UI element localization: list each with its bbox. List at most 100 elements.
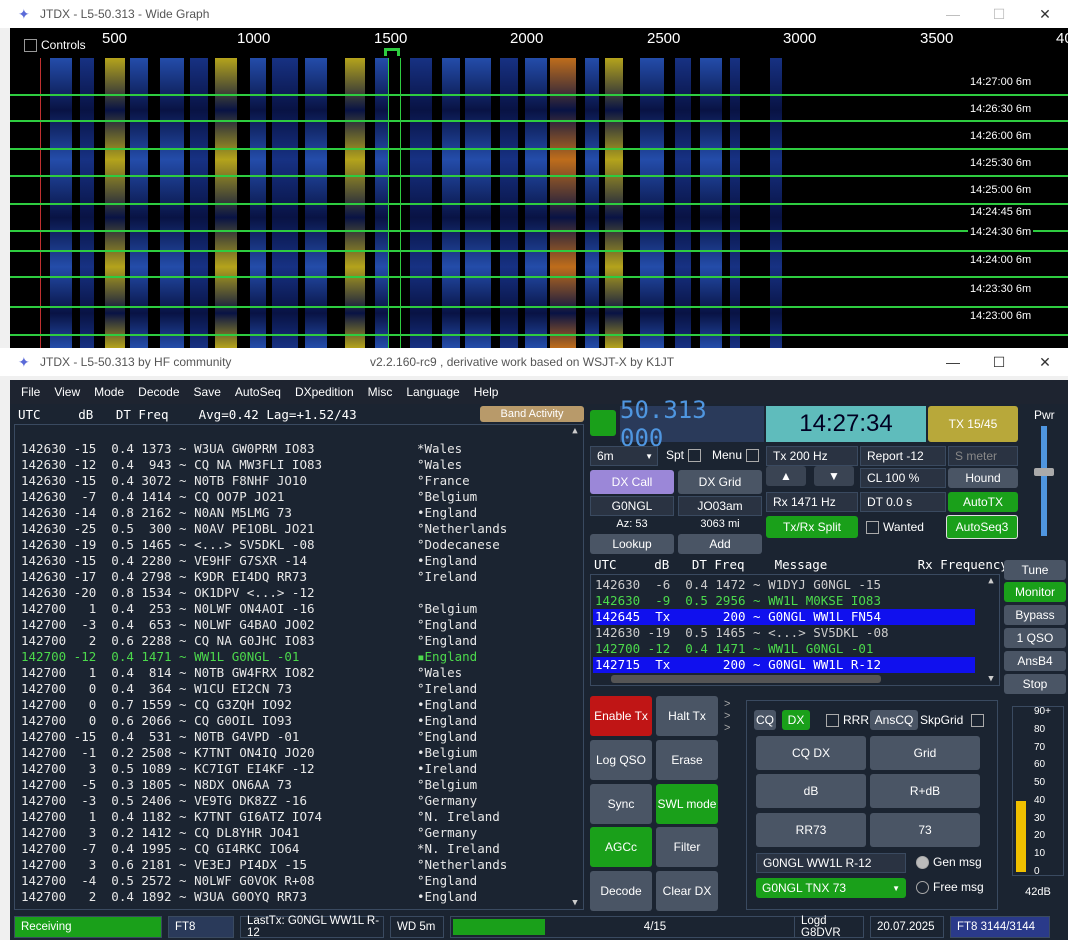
log-qso-button[interactable]: Log QSO <box>590 740 652 780</box>
anscq-button[interactable]: AnsCQ <box>870 710 918 730</box>
menu-help[interactable]: Help <box>474 385 499 399</box>
dx-call-button[interactable]: DX Call <box>590 470 674 494</box>
menu-box[interactable] <box>746 448 760 462</box>
autoseq-button[interactable]: AutoSeq3 <box>946 515 1018 539</box>
decode-row[interactable]: 142700 -3 0.5 2406 ~ VE9TG DK8ZZ -16 °Ger… <box>21 793 477 809</box>
swl-mode-button[interactable]: SWL mode <box>656 784 718 824</box>
minimize-icon[interactable]: — <box>930 0 976 28</box>
r-db-button[interactable]: R+dB <box>870 774 980 808</box>
decode-row[interactable]: 142700 -1 0.2 2508 ~ K7TNT ON4IQ JO20 •Be… <box>21 745 477 761</box>
decode-row[interactable]: 142700 3 0.6 2181 ~ VE3EJ PI4DX -15 °Neth… <box>21 857 507 873</box>
skpgrid-box[interactable] <box>971 713 985 727</box>
band-select[interactable]: 6m ▼ <box>590 446 658 466</box>
free-msg-radio[interactable]: Free msg <box>916 880 984 894</box>
spt-checkbox[interactable]: Spt <box>666 448 702 462</box>
monitor-button[interactable]: Monitor <box>1004 582 1066 602</box>
agcc-button[interactable]: AGCc <box>590 827 652 867</box>
73-button[interactable]: 73 <box>870 813 980 847</box>
rx-hz-spinbox[interactable]: Rx 1471 Hz <box>766 492 858 512</box>
decode-row[interactable]: 142630 -17 0.4 2798 ~ K9DR EI4DQ RR73 °Ir… <box>21 569 477 585</box>
menu-view[interactable]: View <box>54 385 80 399</box>
free-message-select[interactable]: G0NGL TNX 73 ▼ <box>756 878 906 898</box>
close-icon[interactable]: ✕ <box>1022 348 1068 376</box>
pwr-slider-handle[interactable] <box>1034 468 1054 476</box>
decode-row[interactable]: 142700 3 0.5 1089 ~ KC7IGT EI4KF -12 •Ire… <box>21 761 477 777</box>
rrr-checkbox[interactable]: RRR <box>826 713 869 727</box>
dx-toggle[interactable]: DX <box>782 710 810 730</box>
tx-hz-spinbox[interactable]: Tx 200 Hz <box>766 446 858 466</box>
erase-button[interactable]: Erase <box>656 740 718 780</box>
decode-row[interactable]: 142700 0 0.7 1559 ~ CQ G3ZQH IO92 •Englan… <box>21 697 477 713</box>
decode-row[interactable]: 142700 0 0.4 364 ~ W1CU EI2CN 73 °Ireland <box>21 681 477 697</box>
tune-button[interactable]: Tune <box>1004 560 1066 580</box>
tx-slot-button[interactable]: TX 15/45 <box>928 406 1018 442</box>
scroll-down-icon[interactable]: ▼ <box>569 897 581 909</box>
dial-frequency[interactable]: 50.313 000 <box>620 396 764 452</box>
menu-dxpedition[interactable]: DXpedition <box>295 385 354 399</box>
halt-tx-button[interactable]: Halt Tx <box>656 696 718 736</box>
controls-checkbox-box[interactable] <box>24 38 37 52</box>
menu-file[interactable]: File <box>21 385 40 399</box>
decode-row[interactable]: 142630 -19 0.5 1465 ~ <...> SV5DKL -08 °D… <box>21 537 500 553</box>
rx-row[interactable]: 142630 -19 0.5 1465 ~ <...> SV5DKL -08 <box>595 625 889 641</box>
decode-row[interactable]: 142700 2 0.6 2288 ~ CQ NA G0JHC IO83 °Eng… <box>21 633 477 649</box>
s-meter-field[interactable]: S meter <box>948 446 1018 466</box>
rx-row[interactable]: 142700 -12 0.4 1471 ~ WW1L G0NGL -01 <box>595 641 873 657</box>
decode-row[interactable]: 142630 -15 0.4 1373 ~ W3UA GW0PRM IO83 *W… <box>21 441 462 457</box>
stop-button[interactable]: Stop <box>1004 674 1066 694</box>
rx-row[interactable]: 142630 -9 0.5 2956 ~ WW1L M0KSE IO83 <box>595 593 881 609</box>
cl-spinbox[interactable]: CL 100 % <box>860 468 946 488</box>
menu-language[interactable]: Language <box>406 385 459 399</box>
decode-row[interactable]: 142630 -25 0.5 300 ~ N0AV PE1OBL JO21 °Ne… <box>21 521 507 537</box>
maximize-icon[interactable]: ☐ <box>976 0 1022 28</box>
hound-button[interactable]: Hound <box>948 468 1018 488</box>
rx-frequency-list[interactable]: ▲ ▼ 142630 -6 0.4 1472 ~ W1DYJ G0NGL -15… <box>590 574 1000 686</box>
decode-row[interactable]: 142700 -4 0.5 2572 ~ N0LWF G0VOK R+08 °En… <box>21 873 477 889</box>
rx-scrollbar[interactable]: ▲ ▼ <box>985 575 997 685</box>
bypass-button[interactable]: Bypass <box>1004 605 1066 625</box>
db-button[interactable]: dB <box>756 774 866 808</box>
decode-row[interactable]: 142700 2 0.4 1892 ~ W3UA G0OYQ RR73 •Engl… <box>21 889 477 905</box>
pwr-slider-track[interactable] <box>1041 426 1047 536</box>
scroll-up-icon[interactable]: ▲ <box>985 575 997 587</box>
close-icon[interactable]: ✕ <box>1022 0 1068 28</box>
decode-scrollbar[interactable]: ▲ ▼ <box>569 425 581 909</box>
decode-row[interactable]: 142700 -12 0.4 1471 ~ WW1L G0NGL -01 ▪Eng… <box>21 649 477 665</box>
ansb4-button[interactable]: AnsB4 <box>1004 651 1066 671</box>
cq-dx-button[interactable]: CQ DX <box>756 736 866 770</box>
decode-row[interactable]: 142630 -15 0.4 2280 ~ VE9HF G7SXR -14 •En… <box>21 553 477 569</box>
rx-hscrollbar[interactable] <box>591 673 987 685</box>
add-button[interactable]: Add <box>678 534 762 554</box>
decode-row[interactable]: 142630 -7 0.4 1414 ~ CQ OO7P JO21 °Belgiu… <box>21 489 477 505</box>
menu-checkbox[interactable]: Menu <box>712 448 760 462</box>
gen-msg-radio[interactable]: Gen msg <box>916 855 982 869</box>
skpgrid-checkbox[interactable]: SkpGrid <box>920 713 985 727</box>
free-msg-radio-dot[interactable] <box>916 880 929 894</box>
dx-call-field[interactable]: G0NGL <box>590 496 674 516</box>
decode-row[interactable]: 142700 -7 0.4 1995 ~ CQ GI4RKC IO64 *N. I… <box>21 841 500 857</box>
tx-rx-split-button[interactable]: Tx/Rx Split <box>766 516 858 538</box>
maximize-icon[interactable]: ☐ <box>976 348 1022 376</box>
wanted-checkbox[interactable]: Wanted <box>866 520 924 534</box>
rx-row[interactable]: 142630 -6 0.4 1472 ~ W1DYJ G0NGL -15 <box>595 577 881 593</box>
rx-row[interactable]: 142715 Tx 200 ~ G0NGL WW1L R-12 <box>593 657 975 673</box>
decode-row[interactable]: 142700 1 0.4 253 ~ N0LWF ON4AOI -16 °Belg… <box>21 601 477 617</box>
controls-checkbox[interactable]: Controls <box>24 38 86 52</box>
decode-button[interactable]: Decode <box>590 871 652 911</box>
decode-row[interactable]: 142700 -5 0.3 1805 ~ N8DX ON6AA 73 °Belgi… <box>21 777 477 793</box>
decode-row[interactable]: 142630 -14 0.8 2162 ~ N0AN M5LMG 73 •Engl… <box>21 505 477 521</box>
generated-message-field[interactable]: G0NGL WW1L R-12 <box>756 853 906 873</box>
decode-row[interactable]: 142630 -20 0.8 1534 ~ OK1DPV <...> -12 <box>21 585 417 601</box>
waterfall[interactable]: 14:27:00 6m 14:26:30 6m 14:26:00 6m 14:25:3… <box>10 58 1068 348</box>
enable-tx-button[interactable]: Enable Tx <box>590 696 652 736</box>
wanted-box[interactable] <box>866 520 879 534</box>
grid-button[interactable]: Grid <box>870 736 980 770</box>
menu-save[interactable]: Save <box>194 385 221 399</box>
rx-hscroll-thumb[interactable] <box>611 675 881 683</box>
menu-decode[interactable]: Decode <box>138 385 179 399</box>
filter-button[interactable]: Filter <box>656 827 718 867</box>
clear-dx-button[interactable]: Clear DX <box>656 871 718 911</box>
dx-grid-field[interactable]: JO03am <box>678 496 762 516</box>
lookup-button[interactable]: Lookup <box>590 534 674 554</box>
decode-row[interactable]: 142630 -12 0.4 943 ~ CQ NA MW3FLI IO83 °W… <box>21 457 462 473</box>
